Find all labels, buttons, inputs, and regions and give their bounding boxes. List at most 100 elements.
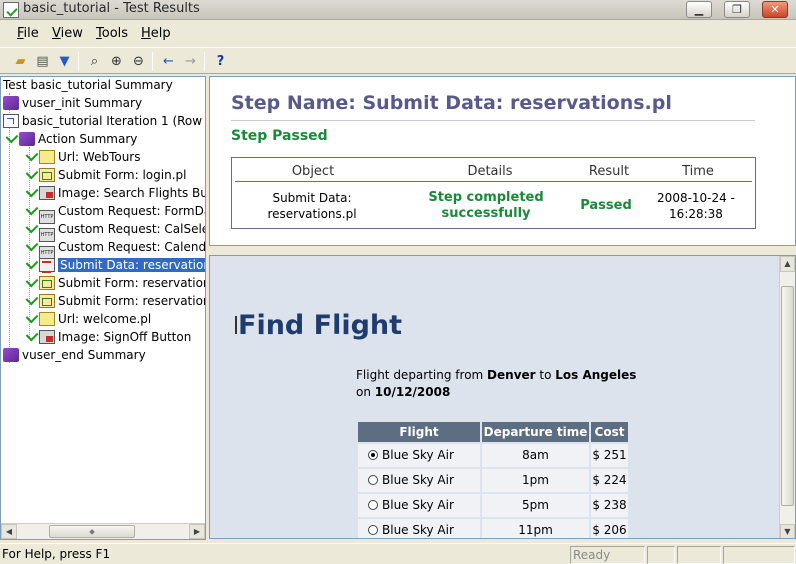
back-icon[interactable]: ←: [159, 52, 178, 71]
tree-item-step[interactable]: Submit Form: reservations.pl: [25, 292, 205, 310]
column-header-result: Result: [588, 164, 630, 179]
flight-option[interactable]: Blue Sky Air 033: [358, 519, 480, 538]
tree-item-action[interactable]: Action Summary: [5, 130, 137, 148]
check-icon: [25, 328, 39, 342]
tree-item-vuser-end[interactable]: vuser_end Summary: [3, 347, 146, 364]
tree-item-vuser-init[interactable]: vuser_init Summary: [3, 95, 142, 112]
find-icon[interactable]: ⌕: [85, 52, 104, 71]
flight-cost: $ 251: [591, 444, 628, 467]
tree-item-label: Custom Request: Calendar: [58, 240, 206, 254]
summary-icon: [19, 132, 35, 146]
scroll-up-icon[interactable]: ▲: [780, 256, 795, 272]
cell-object-line: reservations.pl: [267, 207, 357, 221]
zoom-out-icon[interactable]: ⊖: [129, 52, 148, 71]
tree-item-label: vuser_end Summary: [22, 348, 146, 362]
departure-date: 10/12/2008: [374, 385, 451, 399]
tree-horizontal-scrollbar[interactable]: ◀ ⬥ ▶: [1, 523, 205, 539]
check-icon: [25, 148, 39, 162]
scroll-right-icon[interactable]: ▶: [189, 524, 205, 539]
form-icon: [39, 276, 55, 290]
radio-icon[interactable]: [368, 525, 378, 535]
status-help-text: For Help, press F1: [2, 547, 111, 561]
print-icon[interactable]: ▤: [33, 52, 52, 71]
filter-icon[interactable]: ▼: [55, 52, 74, 71]
help-icon[interactable]: ?: [211, 52, 230, 71]
column-header-object: Object: [291, 164, 335, 179]
column-header-time: Time: [682, 164, 714, 179]
form-icon: [39, 168, 55, 182]
cell-object: Submit Data: reservations.pl: [252, 190, 372, 222]
page-snapshot: Find Flight Flight departing from Denver…: [210, 256, 780, 538]
page-snapshot-panel: Find Flight Flight departing from Denver…: [209, 255, 796, 539]
tree-item-step[interactable]: HTTP Custom Request: CalSelect: [25, 220, 205, 242]
tree-item-label: Submit Form: login.pl: [58, 168, 187, 182]
tree-item-step[interactable]: Submit Form: reservations.pl: [25, 274, 205, 292]
scroll-thumb[interactable]: ⬥: [49, 525, 135, 538]
snapshot-vertical-scrollbar[interactable]: ▲ ▼: [779, 256, 795, 538]
data-icon: [39, 258, 55, 273]
tree-item-step-selected[interactable]: Submit Data: reservations.pl: [25, 256, 205, 274]
column-header-flight: Flight: [358, 422, 480, 442]
check-icon: [25, 310, 39, 324]
destination-city: Los Angeles: [555, 368, 637, 382]
tree-item-label: vuser_init Summary: [22, 96, 143, 110]
tree-item-label: Image: Search Flights Button: [58, 186, 205, 200]
flight-option[interactable]: Blue Sky Air 030: [358, 444, 480, 485]
check-icon: [25, 238, 39, 252]
tree-item-label: Custom Request: FormDateUpdate: [58, 204, 205, 218]
check-icon: [25, 220, 39, 234]
heading-text: Find Flight: [238, 310, 403, 341]
column-header-departure: Departure time: [482, 422, 589, 442]
tree-item-step[interactable]: Image: Search Flights Button: [25, 184, 205, 202]
menu-help[interactable]: Help: [141, 26, 171, 41]
step-info-panel: Step Name: Submit Data: reservations.pl …: [209, 76, 796, 246]
cell-time: 2008-10-24 - 16:28:38: [650, 190, 742, 222]
scroll-left-icon[interactable]: ◀: [1, 524, 17, 539]
menu-file[interactable]: File: [17, 26, 39, 41]
tree-item-label: basic_tutorial Iteration 1 (Row 1): [22, 114, 206, 128]
text-cursor-icon: [235, 316, 237, 334]
results-tree[interactable]: Test basic_tutorial Summary vuser_init S…: [0, 76, 206, 540]
radio-selected-icon[interactable]: [368, 450, 378, 460]
tree-item-step[interactable]: Image: SignOff Button: [25, 328, 191, 346]
step-status: Step Passed: [231, 128, 328, 144]
open-icon[interactable]: ▰: [11, 52, 30, 71]
toolbar-separator: [152, 52, 153, 71]
flight-cost: $ 238: [591, 494, 628, 517]
summary-icon: [3, 348, 19, 362]
tree-item-step[interactable]: Submit Form: login.pl: [25, 166, 187, 184]
flight-option[interactable]: Blue Sky Air 032: [358, 494, 480, 535]
close-button[interactable]: ✕: [762, 1, 788, 18]
check-icon: [5, 130, 19, 144]
restore-button[interactable]: ❐: [724, 1, 750, 18]
scroll-thumb[interactable]: [781, 286, 794, 506]
status-pane: [723, 546, 795, 564]
minimize-button[interactable]: ▁: [686, 1, 712, 18]
pane-splitter[interactable]: [209, 247, 796, 255]
tree-item-step[interactable]: HTTP Custom Request: Calendar: [25, 238, 206, 260]
tree-item-root[interactable]: Test basic_tutorial Summary: [3, 77, 173, 94]
flight-option[interactable]: Blue Sky Air 031: [358, 469, 480, 510]
url-icon: [39, 150, 55, 164]
image-icon: [39, 186, 55, 200]
menu-tools[interactable]: Tools: [96, 26, 128, 41]
tree-item-iteration[interactable]: basic_tutorial Iteration 1 (Row 1): [3, 113, 206, 130]
radio-icon[interactable]: [368, 500, 378, 510]
tree-item-label: Url: welcome.pl: [58, 312, 152, 326]
status-pane: [647, 546, 675, 564]
scroll-down-icon[interactable]: ▼: [780, 524, 795, 538]
flight-description: Flight departing from Denver to Los Ange…: [356, 367, 656, 401]
menu-view[interactable]: View: [52, 26, 83, 41]
forward-icon[interactable]: →: [181, 52, 200, 71]
tree-item-step[interactable]: Url: WebTours: [25, 148, 141, 166]
title-bar: basic_tutorial - Test Results ▁ ❐ ✕: [0, 0, 796, 20]
radio-icon[interactable]: [368, 475, 378, 485]
flight-name: Blue Sky Air 033: [382, 523, 454, 537]
tree-item-step[interactable]: HTTPCustom Request: FormDateUpdate: [25, 202, 205, 224]
tree-item-label: Submit Form: reservations.pl: [58, 294, 205, 308]
check-icon: [25, 292, 39, 306]
zoom-in-icon[interactable]: ⊕: [107, 52, 126, 71]
check-icon: [25, 184, 39, 198]
url-icon: [39, 312, 55, 326]
tree-item-step[interactable]: Url: welcome.pl: [25, 310, 152, 328]
